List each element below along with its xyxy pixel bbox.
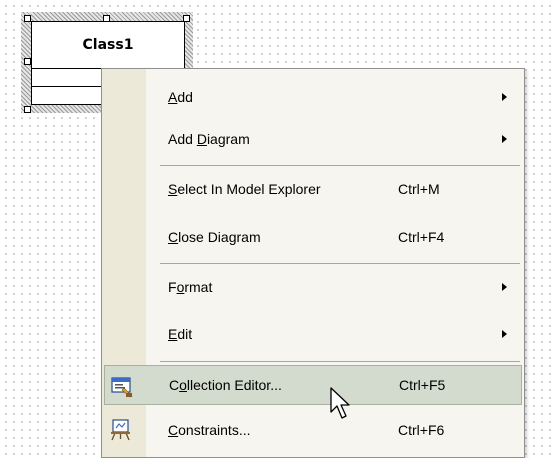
class-name-label: Class1 xyxy=(32,22,184,69)
context-menu: Add Add Diagram Select In Model Explorer… xyxy=(101,68,525,458)
menu-item-label: Format xyxy=(168,279,213,295)
collection-editor-icon xyxy=(111,377,133,398)
menu-item-shortcut: Ctrl+F5 xyxy=(399,377,446,393)
menu-item-edit[interactable]: Edit xyxy=(104,313,522,355)
resize-handle-nw[interactable] xyxy=(24,15,31,22)
menu-item-label: Collection Editor... xyxy=(169,377,282,393)
menu-separator xyxy=(160,263,520,264)
menu-item-constraints[interactable]: Constraints... Ctrl+F6 xyxy=(104,409,522,451)
menu-item-label: Edit xyxy=(168,326,193,342)
menu-item-shortcut: Ctrl+F6 xyxy=(398,422,445,438)
constraints-icon xyxy=(111,419,130,441)
menu-item-label: Add Diagram xyxy=(168,131,250,147)
menu-separator xyxy=(160,165,520,166)
menu-item-shortcut: Ctrl+F4 xyxy=(398,229,445,245)
menu-separator xyxy=(160,361,520,362)
menu-item-format[interactable]: Format xyxy=(104,266,522,308)
menu-item-label: Add xyxy=(168,89,193,105)
resize-handle-sw[interactable] xyxy=(24,106,31,113)
resize-handle-w[interactable] xyxy=(24,58,31,65)
submenu-arrow-icon xyxy=(502,135,507,143)
mouse-pointer-icon xyxy=(330,387,350,419)
menu-item-add[interactable]: Add xyxy=(104,76,522,118)
resize-handle-n[interactable] xyxy=(103,15,110,22)
menu-item-label: Close Diagram xyxy=(168,229,261,245)
menu-item-close-diagram[interactable]: Close Diagram Ctrl+F4 xyxy=(104,216,522,258)
resize-handle-ne[interactable] xyxy=(183,15,190,22)
submenu-arrow-icon xyxy=(502,330,507,338)
menu-item-label: Constraints... xyxy=(168,422,251,438)
submenu-arrow-icon xyxy=(502,93,507,101)
menu-item-select-in-model-explorer[interactable]: Select In Model Explorer Ctrl+M xyxy=(104,168,522,210)
menu-item-collection-editor[interactable]: Collection Editor... Ctrl+F5 xyxy=(104,365,522,405)
menu-item-label: Select In Model Explorer xyxy=(168,181,321,197)
submenu-arrow-icon xyxy=(502,283,507,291)
menu-item-shortcut: Ctrl+M xyxy=(398,181,440,197)
menu-item-add-diagram[interactable]: Add Diagram xyxy=(104,118,522,160)
